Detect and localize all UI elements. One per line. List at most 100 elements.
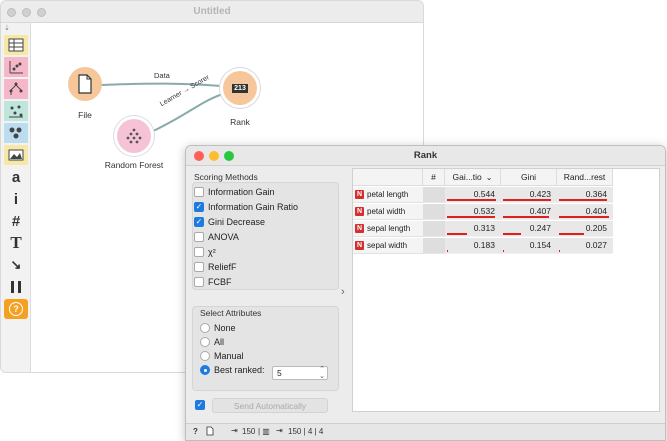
score-value: 0.154 [529, 240, 551, 250]
file-node[interactable] [68, 67, 102, 101]
score-value: 0.205 [585, 223, 607, 233]
scoring-methods-title: Scoring Methods [194, 172, 258, 182]
output-summary: 150 | 4 | 4 [288, 427, 324, 436]
score-cell[interactable]: 0.183 [445, 238, 501, 254]
scoring-method-label: χ² [208, 247, 216, 257]
select-option-3[interactable]: Best ranked: [200, 365, 265, 375]
table-row-header[interactable]: Nsepal length [353, 221, 423, 237]
best-ranked-spinbox[interactable]: 5 ⌃ ⌄ [272, 366, 328, 380]
attribute-name: petal length [367, 190, 409, 199]
table-index-cell [423, 238, 445, 254]
select-option-radio[interactable] [200, 337, 210, 347]
rank-node[interactable]: 213 [223, 71, 257, 105]
send-auto-checkbox[interactable]: ✓ [195, 400, 205, 410]
random-forest-node-label: Random Forest [104, 160, 164, 170]
status-bar: ? ⇥ 150 | ▥ ⇥ 150 | 4 | 4 [186, 423, 665, 440]
sort-desc-icon: ⌄ [485, 172, 493, 182]
table-row-header[interactable]: Nsepal width [353, 238, 423, 254]
scoring-method-6[interactable]: FCBF [194, 277, 232, 287]
rank-window-title: Rank [413, 150, 438, 161]
send-auto-checkbox-row[interactable]: ✓ [195, 400, 209, 410]
select-option-2[interactable]: Manual [200, 351, 244, 361]
scoring-method-checkbox[interactable] [194, 247, 204, 257]
file-icon [78, 74, 92, 94]
scoring-method-label: ANOVA [208, 232, 239, 242]
numeric-variable-icon: N [355, 207, 364, 216]
scores-table[interactable]: # Gai...tio ⌄ Gini Rand...rest Npetal le… [352, 168, 660, 412]
col-header-gini[interactable]: Gini [501, 169, 557, 186]
score-cell[interactable]: 0.247 [501, 221, 557, 237]
report-doc-icon[interactable] [206, 426, 214, 438]
scoring-method-checkbox[interactable]: ✓ [194, 217, 204, 227]
score-cell[interactable]: 0.027 [557, 238, 613, 254]
score-cell[interactable]: 0.407 [501, 204, 557, 220]
random-forest-node[interactable] [117, 119, 151, 153]
score-bar [447, 199, 496, 201]
score-value: 0.183 [473, 240, 495, 250]
rank-window: Rank Scoring Methods Information Gain ✓ In… [185, 145, 666, 441]
scoring-method-label: FCBF [208, 277, 232, 287]
score-cell[interactable]: 0.423 [501, 187, 557, 203]
select-option-label: Manual [214, 351, 244, 361]
select-option-0[interactable]: None [200, 323, 236, 333]
score-bar [559, 216, 609, 218]
output-data-icon: ⇥ [276, 426, 283, 435]
scoring-method-0[interactable]: Information Gain [194, 187, 275, 197]
table-index-cell [423, 221, 445, 237]
score-cell[interactable]: 0.205 [557, 221, 613, 237]
score-bar [447, 216, 495, 218]
send-automatically-button[interactable]: Send Automatically [212, 398, 328, 413]
col-header-gain-ratio-label: Gai...tio [452, 172, 482, 182]
score-cell[interactable]: 0.404 [557, 204, 613, 220]
select-option-radio[interactable] [200, 323, 210, 333]
numeric-variable-icon: N [355, 190, 364, 199]
scoring-method-checkbox[interactable] [194, 277, 204, 287]
rank-titlebar: Rank [186, 146, 665, 166]
forest-icon [126, 128, 142, 144]
input-summary: 150 [242, 427, 256, 436]
score-cell[interactable]: 0.313 [445, 221, 501, 237]
scoring-method-label: Information Gain [208, 187, 275, 197]
select-option-label: Best ranked: [214, 365, 265, 375]
table-row-header[interactable]: Npetal length [353, 187, 423, 203]
numeric-variable-icon: N [355, 241, 364, 250]
scoring-method-3[interactable]: ANOVA [194, 232, 239, 242]
score-value: 0.423 [529, 189, 551, 199]
col-header-random-forest[interactable]: Rand...rest [557, 169, 613, 186]
scoring-method-5[interactable]: ReliefF [194, 262, 237, 272]
score-value: 0.247 [529, 223, 551, 233]
select-option-label: All [214, 337, 225, 347]
scoring-method-1[interactable]: ✓ Information Gain Ratio [194, 202, 298, 212]
help-question-icon[interactable]: ? [193, 427, 198, 436]
scoring-method-4[interactable]: χ² [194, 247, 216, 257]
score-value: 0.404 [585, 206, 607, 216]
select-option-1[interactable]: All [200, 337, 224, 347]
score-cell[interactable]: 0.364 [557, 187, 613, 203]
scoring-method-checkbox[interactable]: ✓ [194, 202, 204, 212]
select-attributes-title: Select Attributes [200, 308, 262, 318]
score-value: 0.407 [529, 206, 551, 216]
expand-arrow-icon[interactable]: › [341, 286, 345, 298]
col-header-gain-ratio[interactable]: Gai...tio ⌄ [445, 169, 501, 186]
score-cell[interactable]: 0.532 [445, 204, 501, 220]
score-bar [503, 250, 504, 252]
table-row-header[interactable]: Npetal width [353, 204, 423, 220]
scoring-method-2[interactable]: ✓ Gini Decrease [194, 217, 265, 227]
score-bar [559, 233, 584, 235]
scoring-method-checkbox[interactable] [194, 187, 204, 197]
table-index-cell [423, 204, 445, 220]
score-bar [447, 233, 467, 235]
attribute-name: petal width [367, 207, 406, 216]
spin-arrows-icon[interactable]: ⌃ ⌄ [319, 366, 325, 380]
file-node-label: File [78, 110, 92, 120]
scoring-method-checkbox[interactable] [194, 232, 204, 242]
score-value: 0.313 [473, 223, 495, 233]
col-header-index[interactable]: # [423, 169, 445, 186]
rank-icon: 213 [232, 83, 248, 93]
select-option-radio[interactable] [200, 365, 210, 375]
score-cell[interactable]: 0.544 [445, 187, 501, 203]
scoring-method-checkbox[interactable] [194, 262, 204, 272]
select-option-radio[interactable] [200, 351, 210, 361]
score-bar [503, 233, 521, 235]
score-cell[interactable]: 0.154 [501, 238, 557, 254]
